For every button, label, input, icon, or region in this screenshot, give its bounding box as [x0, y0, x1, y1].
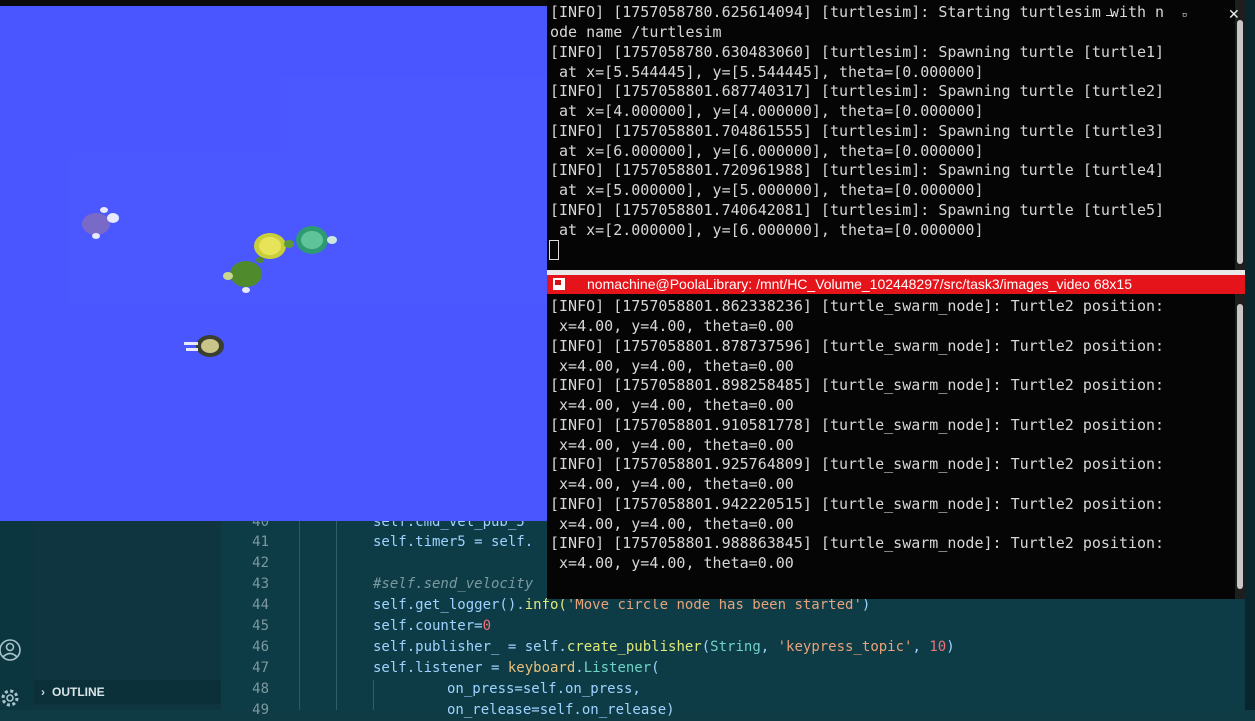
terminal-line: at x=[6.000000], y=[6.000000], theta=[0.… [550, 142, 984, 160]
terminal-line: x=4.00, y=4.00, theta=0.00 [550, 317, 794, 335]
terminal-line: [INFO] [1757058801.988863845] [turtle_sw… [550, 534, 1165, 552]
terminal-line: at x=[2.000000], y=[6.000000], theta=[0.… [550, 221, 984, 239]
terminal-line: [INFO] [1757058801.878737596] [turtle_sw… [550, 337, 1165, 355]
line-number: 44 [252, 597, 269, 613]
terminal-line: [INFO] [1757058801.942220515] [turtle_sw… [550, 495, 1165, 513]
line-number: 47 [252, 660, 269, 676]
terminal-line: [INFO] [1757058801.898258485] [turtle_sw… [550, 376, 1165, 394]
line-number: 41 [252, 534, 269, 550]
indent-guide [373, 680, 374, 710]
terminal-cursor [549, 240, 559, 260]
maximize-icon[interactable]: ▫ [1182, 6, 1187, 22]
window-controls: – ▫ ✕ [1106, 6, 1246, 24]
terminal-line: x=4.00, y=4.00, theta=0.00 [550, 475, 794, 493]
code-line[interactable]: self.timer5 = self. [373, 532, 533, 553]
gear-icon[interactable] [0, 684, 34, 712]
line-number: 45 [252, 618, 269, 634]
terminal-line: [INFO] [1757058801.740642081] [turtlesim… [550, 201, 1165, 219]
line-number: 42 [252, 555, 269, 571]
screen-edge [1245, 0, 1255, 710]
terminal-line: [INFO] [1757058801.862338236] [turtle_sw… [550, 297, 1165, 315]
turtle-icon [296, 226, 337, 254]
chevron-right-icon: › [41, 685, 45, 699]
terminal-line: at x=[5.544445], y=[5.544445], theta=[0.… [550, 63, 984, 81]
turtle-icon [223, 257, 264, 293]
code-line[interactable]: #self.send_velocity [373, 574, 533, 595]
terminal-icon [553, 278, 565, 290]
line-number: 46 [252, 639, 269, 655]
terminal-line: [INFO] [1757058801.720961988] [turtlesim… [550, 161, 1165, 179]
close-icon[interactable]: ✕ [1228, 6, 1240, 23]
terminal-line: [INFO] [1757058801.687740317] [turtlesim… [550, 82, 1165, 100]
scrollbar-thumb[interactable] [1237, 304, 1243, 589]
terminal-line: at x=[5.000000], y=[5.000000], theta=[0.… [550, 181, 984, 199]
code-line[interactable]: on_press=self.on_press, [447, 679, 641, 700]
terminal-swarm-log[interactable]: [INFO] [1757058801.862338236] [turtle_sw… [547, 294, 1245, 599]
turtle-icon [82, 207, 119, 239]
line-number: 43 [252, 576, 269, 592]
terminal-line: [INFO] [1757058801.704861555] [turtlesim… [550, 122, 1165, 140]
turtle-icon [184, 335, 224, 357]
terminal-line: x=4.00, y=4.00, theta=0.00 [550, 515, 794, 533]
indent-guide [336, 512, 337, 710]
code-line[interactable]: self.counter=0 [373, 616, 491, 637]
outline-label: OUTLINE [52, 685, 105, 699]
outline-section-header[interactable]: › OUTLINE [34, 680, 221, 704]
terminal-line: at x=[4.000000], y=[4.000000], theta=[0.… [550, 102, 984, 120]
terminal-scrollbar[interactable] [1235, 294, 1245, 599]
terminal-line: [INFO] [1757058801.910581778] [turtle_sw… [550, 416, 1165, 434]
terminal-line: [INFO] [1757058780.625614094] [turtlesim… [550, 3, 1165, 21]
terminal-line: [INFO] [1757058801.925764809] [turtle_sw… [550, 455, 1165, 473]
line-number: 49 [252, 702, 269, 718]
terminal-line: x=4.00, y=4.00, theta=0.00 [550, 436, 794, 454]
terminal-scrollbar[interactable] [1235, 0, 1245, 270]
turtlesim-canvas [0, 6, 547, 521]
code-line[interactable]: self.listener = keyboard.Listener( [373, 658, 660, 679]
line-number: 48 [252, 681, 269, 697]
terminal-titlebar[interactable]: nomachine@PoolaLibrary: /mnt/HC_Volume_1… [547, 275, 1245, 294]
terminal-line: x=4.00, y=4.00, theta=0.00 [550, 396, 794, 414]
terminal-turtlesim-log[interactable]: [INFO] [1757058780.625614094] [turtlesim… [547, 0, 1245, 270]
terminal-title: nomachine@PoolaLibrary: /mnt/HC_Volume_1… [587, 276, 1132, 292]
terminal-line: [INFO] [1757058780.630483060] [turtlesim… [550, 43, 1165, 61]
code-line[interactable]: on_release=self.on_release) [447, 700, 675, 721]
account-icon[interactable] [0, 636, 34, 664]
terminal-line: x=4.00, y=4.00, theta=0.00 [550, 554, 794, 572]
scrollbar-thumb[interactable] [1237, 20, 1243, 264]
terminal-line: ode name /turtlesim [550, 23, 722, 41]
minimize-icon[interactable]: – [1106, 6, 1114, 22]
code-line[interactable]: self.publisher_ = self.create_publisher(… [373, 637, 955, 658]
terminal-line: x=4.00, y=4.00, theta=0.00 [550, 357, 794, 375]
